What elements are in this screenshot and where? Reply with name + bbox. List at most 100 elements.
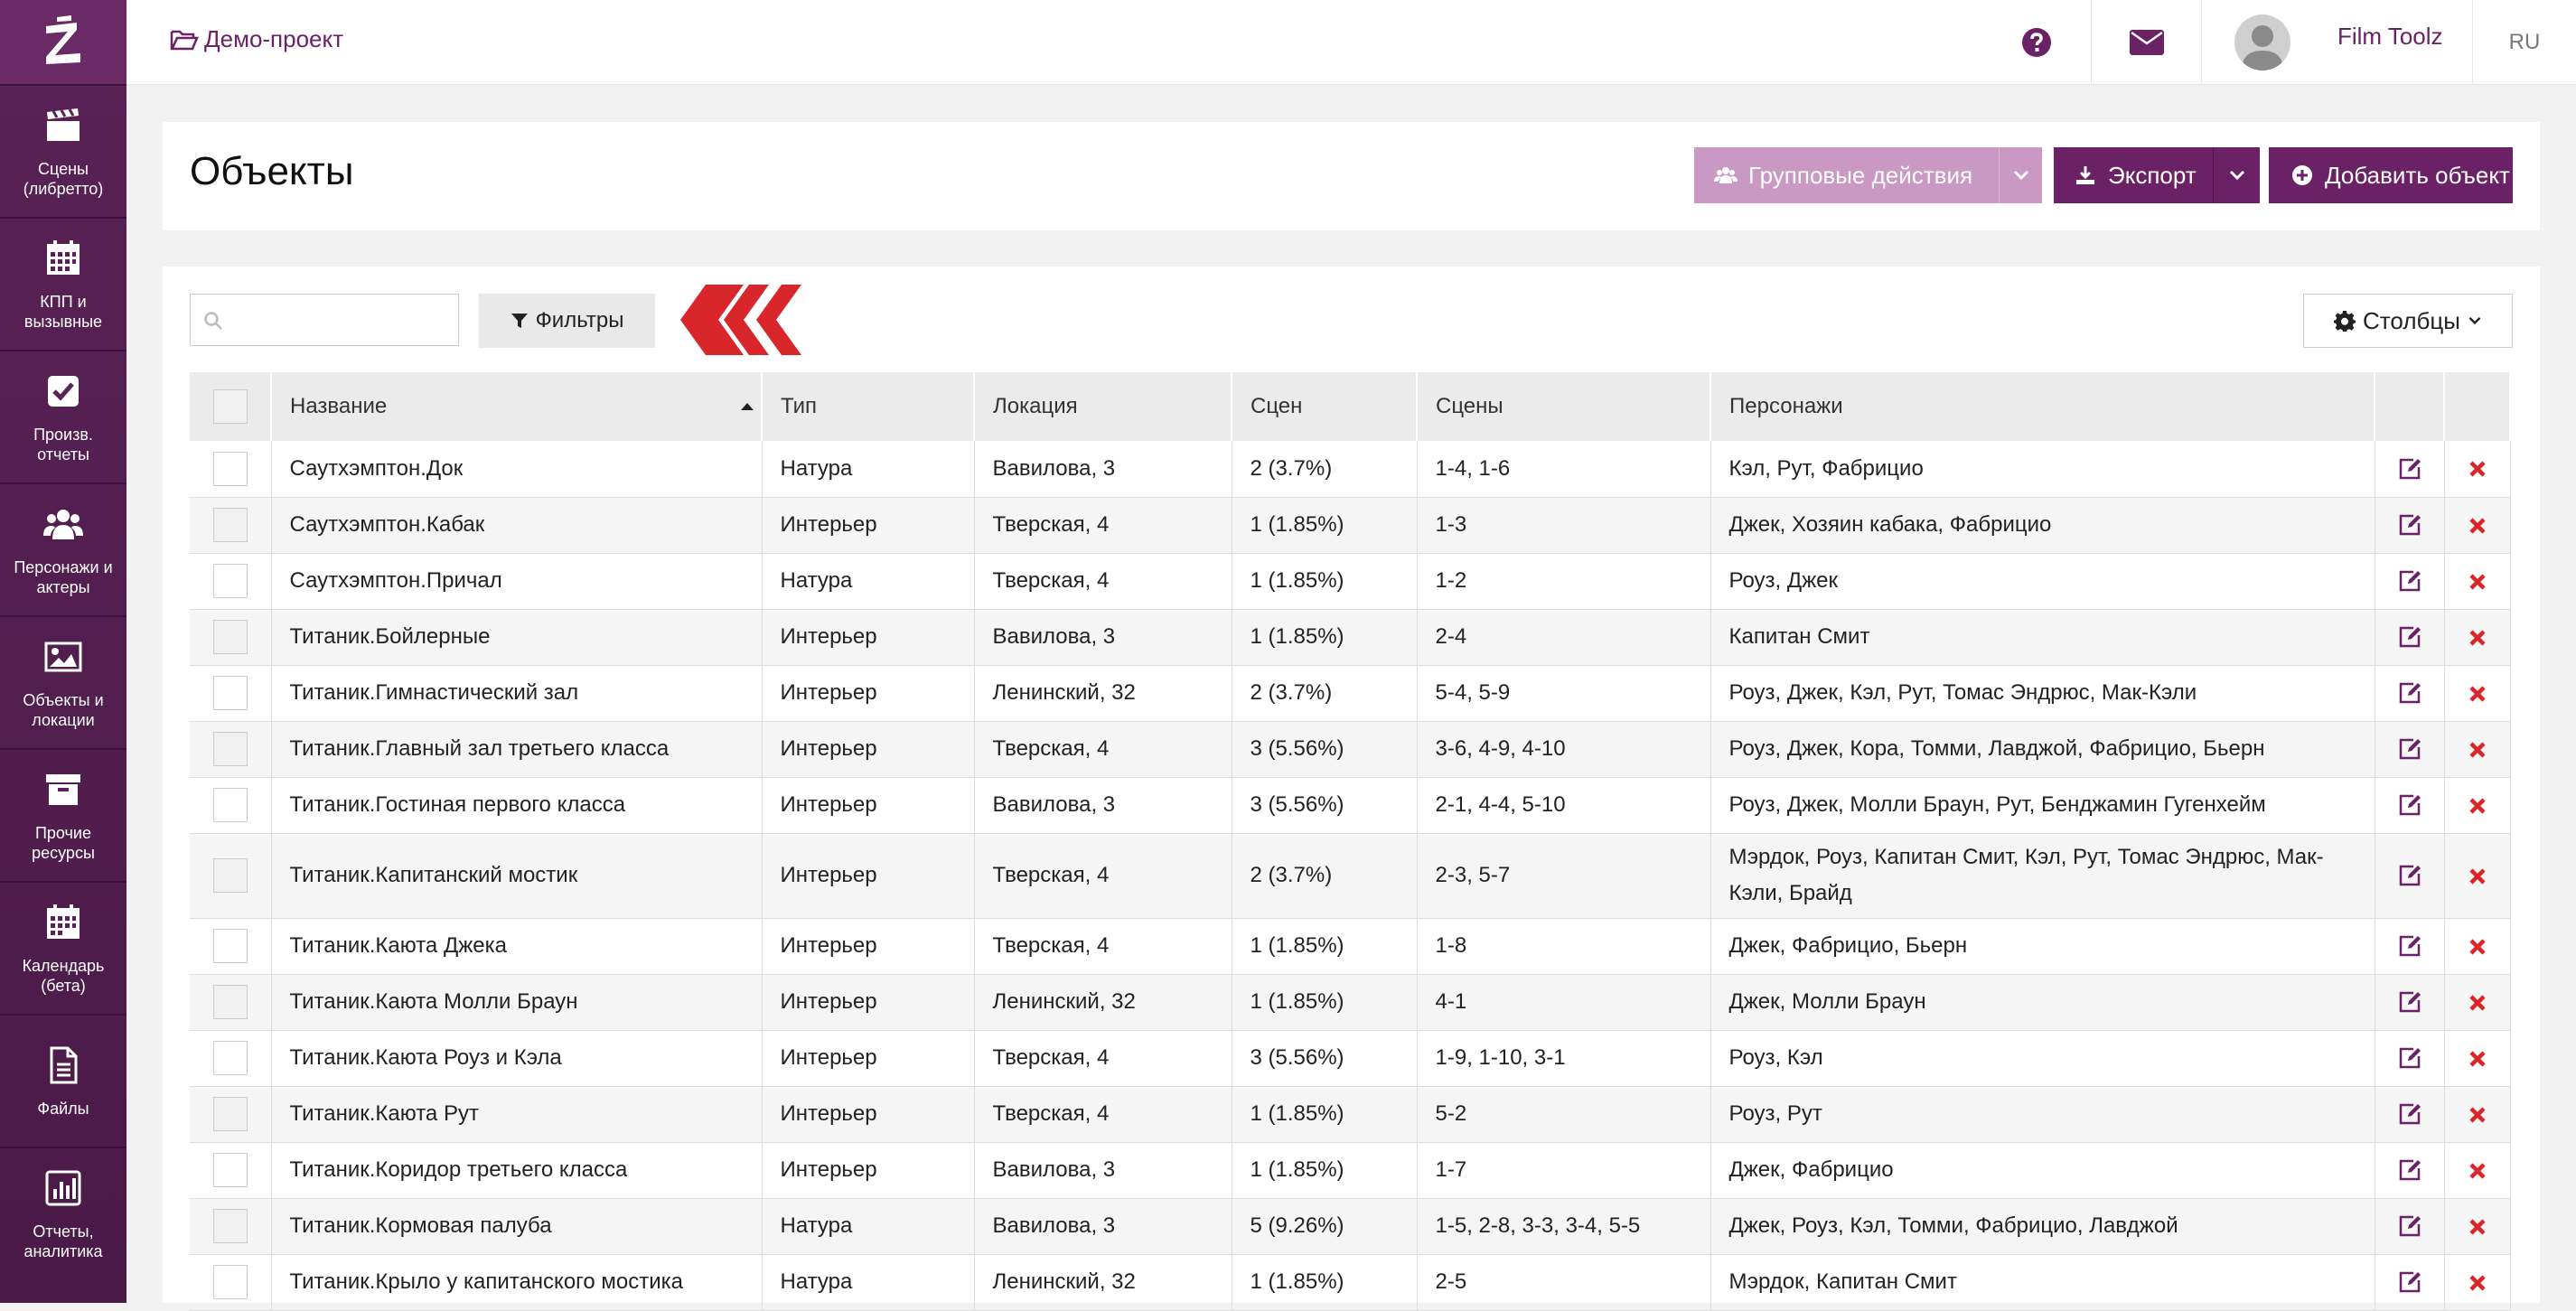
table-row[interactable]: Титаник.Каюта Рут Интерьер Тверская, 4 1…	[190, 1086, 2511, 1143]
edit-button[interactable]	[2375, 441, 2445, 498]
edit-button[interactable]	[2375, 1086, 2445, 1143]
edit-button[interactable]	[2375, 777, 2445, 834]
filters-button[interactable]: Фильтры	[479, 294, 655, 348]
edit-button[interactable]	[2375, 665, 2445, 722]
edit-button[interactable]	[2375, 497, 2445, 554]
sidebar-item-reports[interactable]: Произв. отчеты	[0, 350, 126, 482]
cell-characters: Роуз, Кэл	[1710, 1030, 2375, 1087]
row-checkbox[interactable]	[212, 1097, 248, 1131]
column-header-characters[interactable]: Персонажи	[1710, 372, 2375, 441]
cell-characters: Мэрдок, Капитан Смит	[1710, 1254, 2375, 1311]
edit-button[interactable]	[2375, 974, 2445, 1031]
delete-button[interactable]	[2444, 1086, 2511, 1143]
group-actions-dropdown-button[interactable]	[1999, 147, 2042, 203]
table-row[interactable]: Саутхэмптон.Причал Натура Тверская, 4 1 …	[190, 553, 2511, 610]
column-header-scene-count[interactable]: Сцен	[1232, 372, 1418, 441]
row-checkbox[interactable]	[212, 985, 248, 1019]
row-checkbox[interactable]	[212, 1209, 248, 1243]
edit-button[interactable]	[2375, 1030, 2445, 1087]
group-actions-button[interactable]: Групповые действия	[1694, 147, 1999, 203]
edit-icon	[2399, 1104, 2421, 1125]
delete-button[interactable]	[2444, 441, 2511, 498]
delete-button[interactable]	[2444, 1142, 2511, 1199]
table-row[interactable]: Титаник.Каюта Джека Интерьер Тверская, 4…	[190, 918, 2511, 975]
edit-icon	[2399, 1048, 2421, 1069]
table-row[interactable]: Титаник.Коридор третьего класса Интерьер…	[190, 1142, 2511, 1199]
cell-type: Натура	[762, 553, 975, 610]
close-icon	[2468, 995, 2486, 1011]
delete-button[interactable]	[2444, 1254, 2511, 1311]
sidebar-item-files[interactable]: Файлы	[0, 1014, 126, 1147]
sidebar-item-objects[interactable]: Объекты и локации	[0, 615, 126, 748]
cell-type: Интерьер	[762, 721, 975, 778]
columns-button[interactable]: Столбцы	[2303, 294, 2513, 348]
delete-button[interactable]	[2444, 553, 2511, 610]
row-checkbox[interactable]	[212, 858, 248, 893]
table-row[interactable]: Титаник.Капитанский мостик Интерьер Твер…	[190, 833, 2511, 919]
sidebar-item-characters[interactable]: Персонажи и актеры	[0, 482, 126, 615]
delete-button[interactable]	[2444, 665, 2511, 722]
row-checkbox[interactable]	[212, 732, 248, 766]
z-logo-icon[interactable]	[0, 0, 126, 84]
help-button[interactable]	[1982, 0, 2091, 84]
language-switcher[interactable]: RU	[2472, 0, 2576, 84]
edit-button[interactable]	[2375, 609, 2445, 666]
add-object-button[interactable]: Добавить объект	[2269, 147, 2513, 203]
row-checkbox[interactable]	[212, 1041, 248, 1075]
edit-button[interactable]	[2375, 1254, 2445, 1311]
delete-button[interactable]	[2444, 777, 2511, 834]
row-checkbox[interactable]	[212, 676, 248, 710]
table-row[interactable]: Титаник.Гостиная первого класса Интерьер…	[190, 777, 2511, 834]
delete-button[interactable]	[2444, 833, 2511, 919]
table-row[interactable]: Титаник.Кормовая палуба Натура Вавилова,…	[190, 1198, 2511, 1255]
delete-button[interactable]	[2444, 497, 2511, 554]
edit-button[interactable]	[2375, 553, 2445, 610]
sidebar-item-kpp[interactable]: КПП и вызывные	[0, 217, 126, 350]
search-input[interactable]	[190, 294, 459, 346]
row-checkbox[interactable]	[212, 620, 248, 654]
table-row[interactable]: Титаник.Гимнастический зал Интерьер Лени…	[190, 665, 2511, 722]
edit-button[interactable]	[2375, 918, 2445, 975]
row-checkbox[interactable]	[212, 508, 248, 542]
edit-button[interactable]	[2375, 1198, 2445, 1255]
row-checkbox[interactable]	[212, 451, 248, 486]
sidebar-item-resources[interactable]: Прочие ресурсы	[0, 748, 126, 881]
sidebar-item-calendar[interactable]: Календарь (бета)	[0, 881, 126, 1014]
column-header-name[interactable]: Название	[271, 372, 763, 441]
delete-button[interactable]	[2444, 1030, 2511, 1087]
column-header-location[interactable]: Локация	[974, 372, 1232, 441]
row-checkbox[interactable]	[212, 788, 248, 822]
table-row[interactable]: Титаник.Главный зал третьего класса Инте…	[190, 721, 2511, 778]
edit-button[interactable]	[2375, 833, 2445, 919]
cell-characters: Джек, Молли Браун	[1710, 974, 2375, 1031]
sidebar-item-scenes[interactable]: Сцены (либретто)	[0, 84, 126, 217]
column-header-scenes[interactable]: Сцены	[1417, 372, 1711, 441]
messages-button[interactable]	[2091, 0, 2201, 84]
delete-button[interactable]	[2444, 1198, 2511, 1255]
user-menu[interactable]: Film Toolz	[2201, 0, 2472, 84]
delete-button[interactable]	[2444, 609, 2511, 666]
cell-scenes: 5-4, 5-9	[1417, 665, 1711, 722]
row-checkbox[interactable]	[212, 929, 248, 963]
select-all-checkbox[interactable]	[212, 389, 248, 424]
table-row[interactable]: Саутхэмптон.Док Натура Вавилова, 3 2 (3.…	[190, 441, 2511, 498]
sidebar-item-analytics[interactable]: Отчеты, аналитика	[0, 1147, 126, 1279]
edit-button[interactable]	[2375, 1142, 2445, 1199]
edit-button[interactable]	[2375, 721, 2445, 778]
edit-icon	[2399, 515, 2421, 536]
row-checkbox[interactable]	[212, 1153, 248, 1187]
table-row[interactable]: Титаник.Бойлерные Интерьер Вавилова, 3 1…	[190, 609, 2511, 666]
table-row[interactable]: Титаник.Каюта Молли Браун Интерьер Ленин…	[190, 974, 2511, 1031]
row-checkbox[interactable]	[212, 564, 248, 598]
export-button[interactable]: Экспорт	[2054, 147, 2213, 203]
export-dropdown-button[interactable]	[2213, 147, 2260, 203]
table-row[interactable]: Титаник.Крыло у капитанского мостика Нат…	[190, 1254, 2511, 1311]
project-link[interactable]: Демо-проект	[170, 25, 343, 53]
delete-button[interactable]	[2444, 918, 2511, 975]
table-row[interactable]: Титаник.Каюта Роуз и Кэла Интерьер Тверс…	[190, 1030, 2511, 1087]
column-header-type[interactable]: Тип	[762, 372, 975, 441]
delete-button[interactable]	[2444, 721, 2511, 778]
row-checkbox[interactable]	[212, 1265, 248, 1299]
delete-button[interactable]	[2444, 974, 2511, 1031]
table-row[interactable]: Саутхэмптон.Кабак Интерьер Тверская, 4 1…	[190, 497, 2511, 554]
